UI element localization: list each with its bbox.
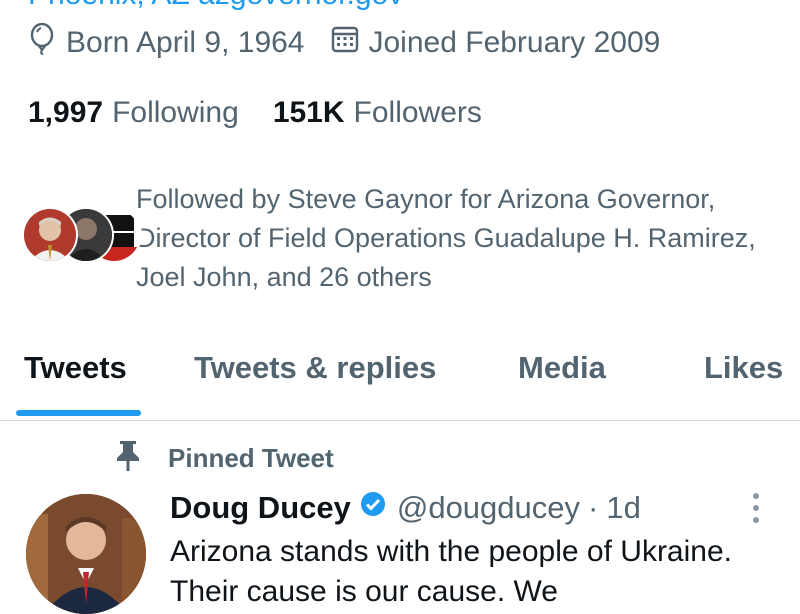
followed-by-text: Followed by Steve Gaynor for Arizona Gov… — [136, 184, 756, 292]
born-text: Born April 9, 1964 — [66, 26, 305, 59]
tweet-text[interactable]: Arizona stands with the people of Ukrain… — [170, 532, 770, 612]
calendar-icon — [331, 25, 369, 61]
tab-tweets-and-replies[interactable]: Tweets & replies — [194, 350, 436, 386]
follow-counts-row: 1,997 Following 151K Followers — [28, 92, 516, 134]
joined-text: Joined February 2009 — [368, 26, 661, 59]
balloon-icon — [28, 22, 66, 63]
tweet-timestamp[interactable]: 1d — [606, 490, 640, 526]
tab-media[interactable]: Media — [518, 350, 606, 386]
tweet-separator: · — [588, 490, 599, 525]
pinned-text: Pinned Tweet — [168, 442, 334, 473]
tab-likes[interactable]: Likes — [704, 350, 783, 386]
tab-tweets[interactable]: Tweets — [24, 350, 127, 386]
location-website-row[interactable]: Phoenix, AZ azgovernor.gov — [28, 0, 403, 11]
tweet-author-avatar[interactable] — [26, 494, 146, 614]
verified-badge-icon — [359, 490, 387, 526]
pinned-tweet-label: Pinned Tweet — [114, 438, 334, 478]
following-count: 1,997 — [28, 96, 104, 129]
more-vertical-icon[interactable] — [744, 490, 768, 526]
tweet-header: Doug Ducey @dougducey · 1d — [170, 486, 641, 530]
active-tab-indicator — [16, 410, 141, 416]
following-label: Following — [112, 96, 239, 129]
profile-tabs: Tweets Tweets & replies Media Likes — [0, 338, 800, 421]
followed-by-avatars — [22, 207, 142, 263]
following-link[interactable]: 1,997 Following — [28, 96, 239, 130]
born-item: Born April 9, 1964 — [28, 22, 305, 63]
follower-avatar — [22, 207, 78, 263]
tweet-author-handle[interactable]: @dougducey — [397, 490, 580, 526]
pin-icon — [114, 439, 168, 478]
followers-link[interactable]: 151K Followers — [273, 96, 482, 130]
followers-label: Followers — [353, 96, 482, 129]
tweet-author-name[interactable]: Doug Ducey — [170, 490, 351, 526]
followers-count: 151K — [272, 96, 345, 129]
profile-meta-row: Born April 9, 1964 Joined February 2009 — [28, 22, 686, 64]
joined-item: Joined February 2009 — [331, 25, 661, 61]
followed-by-section[interactable]: Followed by Steve Gaynor for Arizona Gov… — [22, 180, 792, 300]
